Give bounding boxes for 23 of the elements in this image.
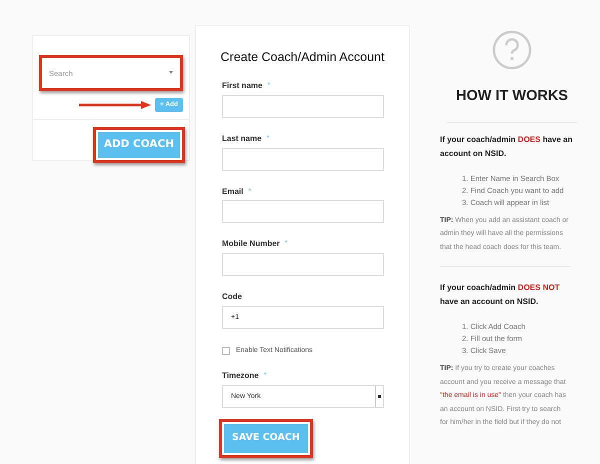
add-coach-button[interactable]: ADD COACH <box>98 132 180 158</box>
field-label: Email <box>222 188 244 196</box>
help-heading-line: If your coach/admin DOES NOT <box>440 282 561 294</box>
input-field[interactable] <box>222 148 384 171</box>
field-label: Code <box>222 293 242 302</box>
caret-icon <box>169 71 173 74</box>
question-icon <box>492 30 532 70</box>
field-label: First name <box>222 82 262 91</box>
help-heading-line: If your coach/admin DOES have an <box>440 134 574 146</box>
checkbox[interactable] <box>222 347 230 356</box>
help-title: HOW IT WORKS <box>456 87 568 106</box>
input-field[interactable] <box>222 253 384 276</box>
arrow-annotation <box>79 100 151 109</box>
save-coach-button[interactable]: SAVE COACH <box>224 424 308 453</box>
field-label: Mobile Number <box>222 240 280 250</box>
help-heading-line: have an account on NSID. <box>440 296 540 308</box>
field-label: Last name <box>222 134 262 144</box>
input-field[interactable] <box>222 94 384 118</box>
caret-icon <box>378 395 381 398</box>
form-title: Create Coach/Admin Account <box>220 50 386 65</box>
input-field[interactable] <box>222 200 384 224</box>
help-heading-line: account on NSID. <box>440 148 508 160</box>
field-label: Timezone <box>222 372 259 382</box>
